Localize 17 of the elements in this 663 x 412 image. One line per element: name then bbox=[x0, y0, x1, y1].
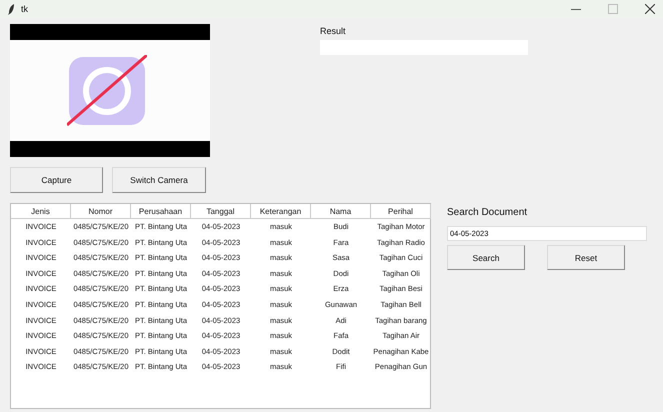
column-header[interactable]: Keterangan bbox=[251, 204, 311, 219]
camera-off-icon bbox=[67, 54, 147, 126]
search-label: Search Document bbox=[447, 207, 528, 220]
column-header[interactable]: Nomor bbox=[71, 204, 131, 219]
close-icon[interactable] bbox=[645, 4, 655, 14]
capture-button[interactable]: Capture bbox=[10, 167, 103, 193]
window-title: tk bbox=[21, 4, 28, 14]
column-header[interactable]: Jenis bbox=[11, 204, 71, 219]
column-header[interactable]: Tanggal bbox=[191, 204, 251, 219]
column-header[interactable]: Perihal bbox=[371, 204, 431, 219]
switch-camera-button[interactable]: Switch Camera bbox=[112, 167, 206, 193]
column-header[interactable]: Perusahaan bbox=[131, 204, 191, 219]
search-button[interactable]: Search bbox=[447, 245, 525, 270]
reset-button[interactable]: Reset bbox=[547, 245, 625, 270]
column-header[interactable]: Nama bbox=[311, 204, 371, 219]
result-label: Result bbox=[320, 26, 347, 36]
feather-icon bbox=[8, 4, 15, 14]
